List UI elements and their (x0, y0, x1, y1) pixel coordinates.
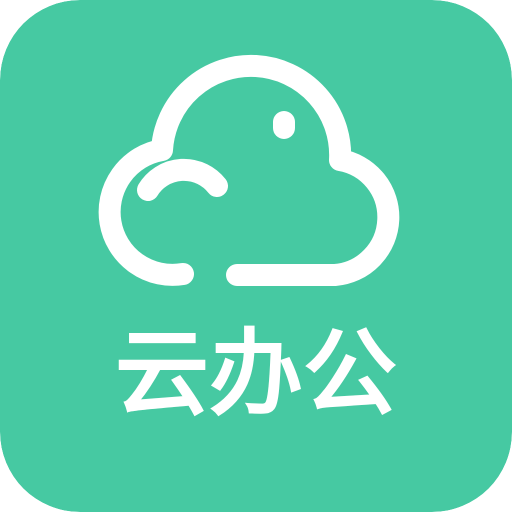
app-icon[interactable]: 云办公 (0, 0, 512, 512)
app-name: 云办公 (115, 320, 397, 429)
app-icon-graphic: 云办公 (0, 0, 512, 512)
